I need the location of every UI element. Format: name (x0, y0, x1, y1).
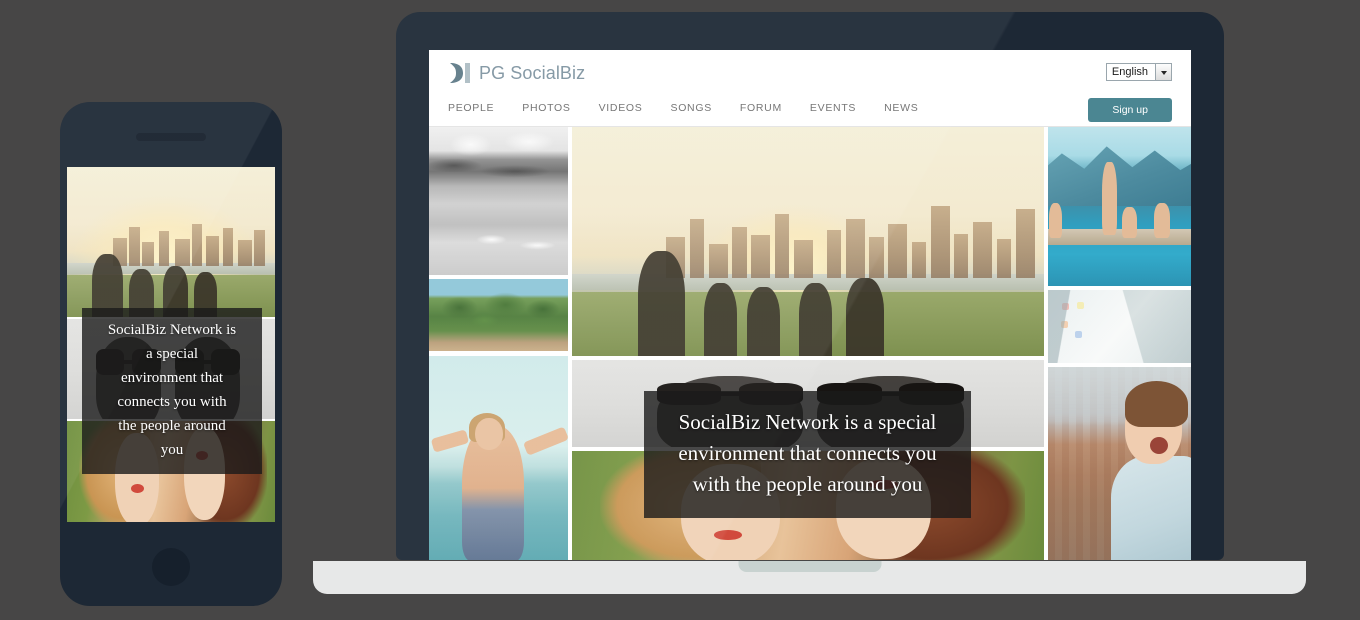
crescent-bar-logo-icon (448, 62, 472, 84)
nav-item-forum[interactable]: FORUM (740, 102, 782, 114)
chevron-down-icon[interactable] (1155, 64, 1171, 80)
nav-item-events[interactable]: EVENTS (810, 102, 856, 114)
photo-gallery: SocialBiz Network is a special environme… (429, 127, 1191, 560)
signup-button[interactable]: Sign up (1088, 98, 1172, 122)
phone-speaker-icon (136, 133, 206, 141)
language-value: English (1111, 66, 1148, 78)
gallery-tile-left-top[interactable] (429, 127, 568, 275)
phone-screen: SocialBiz Network is a special environme… (67, 167, 275, 522)
laptop-mockup: PG SocialBiz English Sign up PEOPLE PHOT… (396, 12, 1224, 560)
gallery-tile-right-top[interactable] (1048, 127, 1191, 286)
mobile-hero-line-5: the people around (118, 418, 226, 434)
mobile-hero-line-4: connects you with (117, 394, 227, 410)
mobile-tile-top[interactable] (67, 167, 275, 317)
hero-line-2: environment that connects you (678, 441, 937, 465)
mobile-hero-overlay: SocialBiz Network is a special environme… (82, 308, 262, 474)
nav-item-videos[interactable]: VIDEOS (599, 102, 643, 114)
laptop-screen: PG SocialBiz English Sign up PEOPLE PHOT… (429, 50, 1191, 560)
laptop-base (313, 561, 1306, 594)
mobile-hero-line-6: you (160, 442, 184, 458)
nav-item-photos[interactable]: PHOTOS (522, 102, 570, 114)
brand-logo[interactable]: PG SocialBiz (448, 62, 585, 84)
main-nav: PEOPLE PHOTOS VIDEOS SONGS FORUM EVENTS … (448, 102, 918, 114)
gallery-tile-right-bottom[interactable] (1048, 367, 1191, 560)
mobile-hero-line-2: a special (145, 346, 199, 362)
gallery-tile-left-middle[interactable] (429, 279, 568, 351)
hero-line-1: SocialBiz Network is a special (678, 410, 937, 434)
gallery-tile-center-top[interactable] (572, 127, 1044, 356)
mockup-stage: SocialBiz Network is a special environme… (0, 0, 1360, 620)
mobile-hero-line-3: environment that (120, 370, 224, 386)
gallery-tile-right-middle[interactable] (1048, 290, 1191, 363)
nav-item-people[interactable]: PEOPLE (448, 102, 494, 114)
nav-item-news[interactable]: NEWS (884, 102, 918, 114)
mobile-hero-line-1: SocialBiz Network is (107, 322, 237, 338)
hero-line-3: with the people around you (692, 472, 923, 496)
nav-item-songs[interactable]: SONGS (670, 102, 711, 114)
phone-mockup: SocialBiz Network is a special environme… (60, 102, 282, 606)
brand-name: PG SocialBiz (479, 62, 586, 83)
phone-home-button[interactable] (152, 548, 190, 586)
site-header: PG SocialBiz English Sign up PEOPLE PHOT… (429, 50, 1191, 127)
laptop-trackpad-notch (738, 561, 881, 572)
hero-overlay: SocialBiz Network is a special environme… (644, 391, 971, 518)
language-selector[interactable]: English (1105, 63, 1172, 81)
gallery-tile-left-bottom[interactable] (429, 356, 568, 560)
